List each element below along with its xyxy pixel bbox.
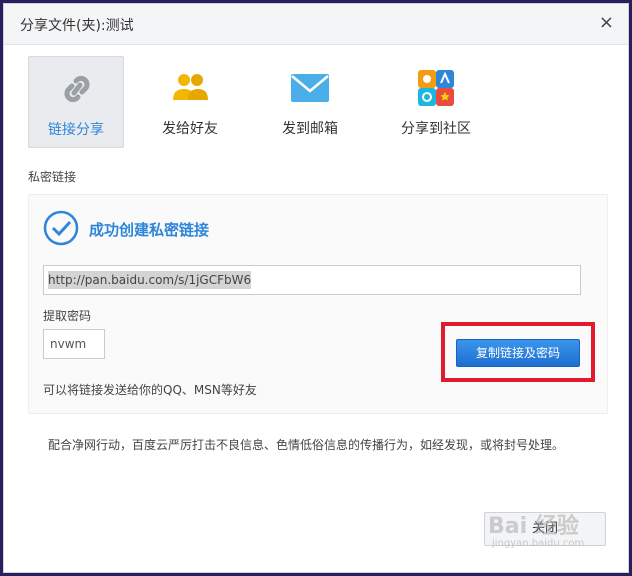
tab-share-community[interactable]: 分享到社区: [388, 56, 484, 148]
tab-label: 发到邮箱: [282, 121, 338, 137]
password-field[interactable]: nvwm: [43, 329, 105, 359]
tab-send-friends[interactable]: 发给好友: [142, 56, 238, 148]
share-dialog: 分享文件(夹):测试 × 链接分享 发给好友 发到邮箱 分享到社区 私密链接 成…: [3, 3, 629, 573]
policy-notice: 配合净网行动，百度云严厉打击不良信息、色情低俗信息的传播行为，如经发现，或将封号…: [48, 438, 565, 452]
tab-label: 链接分享: [48, 122, 104, 138]
mail-icon: [291, 74, 329, 102]
link-icon: [64, 75, 90, 103]
link-field[interactable]: http://pan.baidu.com/s/1jGCFbW6: [43, 265, 581, 295]
link-value: http://pan.baidu.com/s/1jGCFbW6: [48, 271, 252, 289]
tab-link-share[interactable]: 链接分享: [28, 56, 124, 148]
close-icon[interactable]: ×: [599, 13, 614, 33]
tab-label: 分享到社区: [401, 121, 471, 137]
copy-link-button[interactable]: 复制链接及密码: [456, 339, 580, 367]
close-button[interactable]: 关闭: [484, 512, 606, 546]
private-link-label: 私密链接: [28, 170, 77, 184]
community-icon: [418, 70, 454, 106]
check-circle-icon: [43, 210, 79, 246]
success-message: 成功创建私密链接: [89, 221, 210, 239]
password-label: 提取密码: [43, 309, 92, 323]
tab-send-email[interactable]: 发到邮箱: [262, 56, 358, 148]
tab-label: 发给好友: [162, 121, 218, 137]
dialog-title: 分享文件(夹):测试: [20, 18, 134, 34]
friends-icon: [173, 74, 208, 100]
share-hint: 可以将链接发送给你的QQ、MSN等好友: [43, 383, 257, 397]
title-bar: 分享文件(夹):测试 ×: [4, 4, 628, 45]
